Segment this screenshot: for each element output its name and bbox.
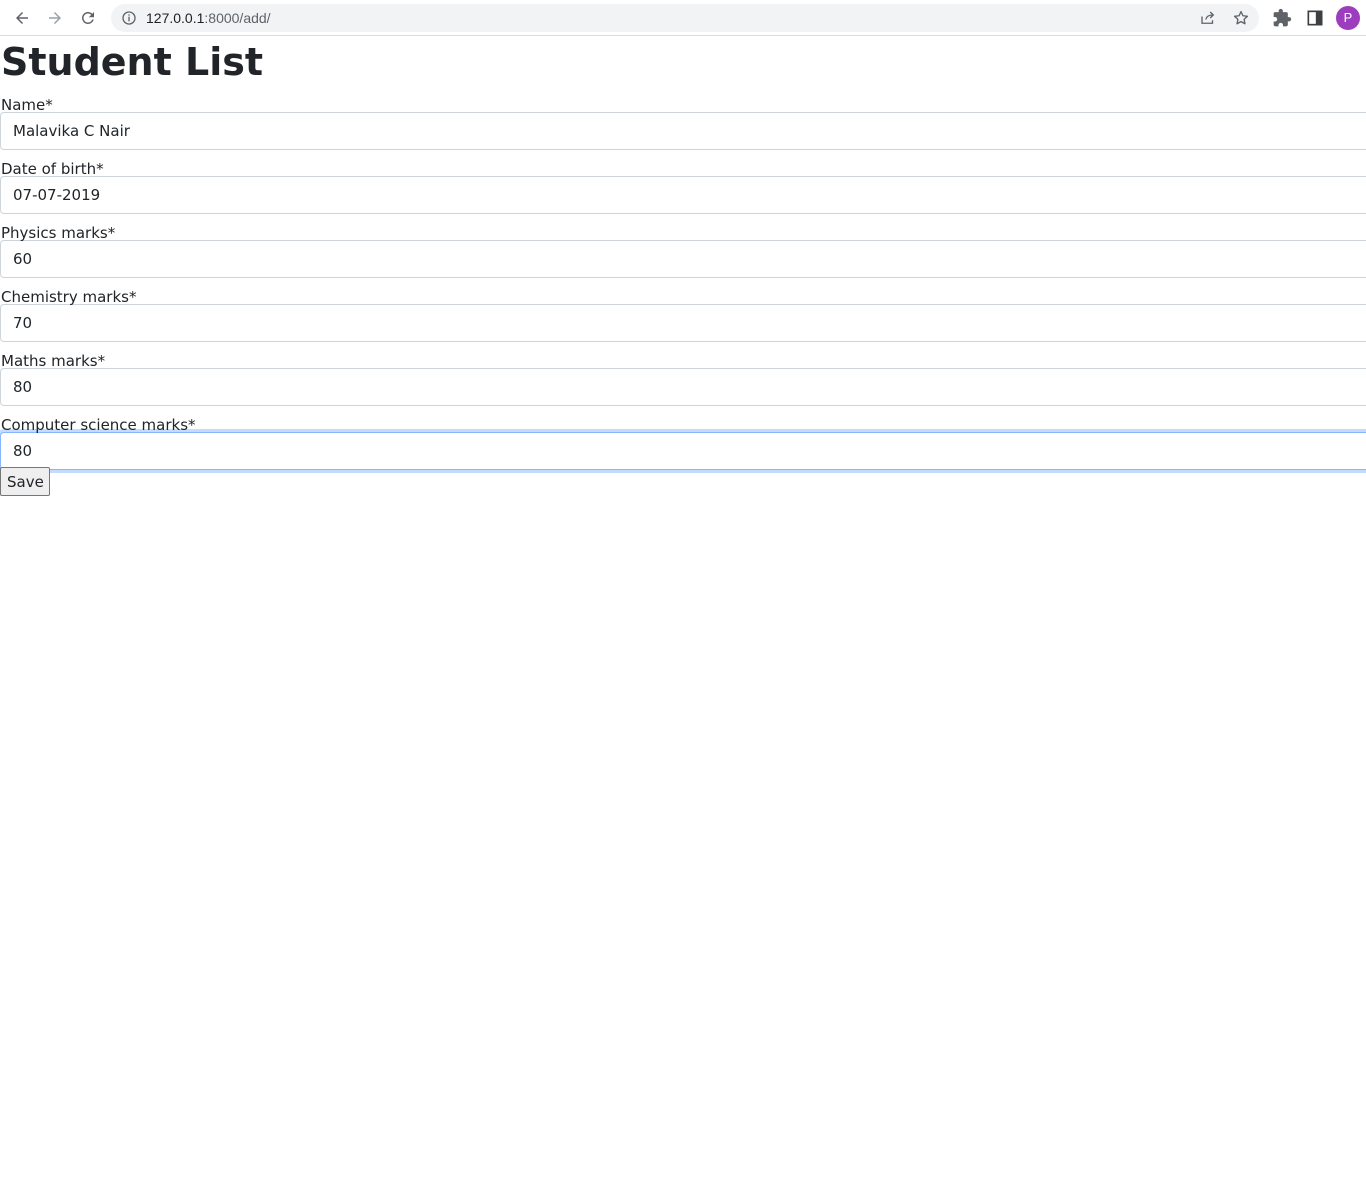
back-button[interactable]	[8, 4, 36, 32]
reload-button[interactable]	[74, 4, 102, 32]
computer-science-marks-input[interactable]	[0, 432, 1366, 470]
chemistry-marks-input[interactable]	[0, 304, 1366, 342]
maths-marks-label: Maths marks*	[1, 352, 106, 370]
url-text: 127.0.0.1:8000/add/	[146, 10, 271, 26]
page-content: Student List Name* Date of birth* Physic…	[0, 37, 1366, 470]
extensions-icon[interactable]	[1272, 8, 1292, 28]
forward-button[interactable]	[41, 4, 69, 32]
forward-icon	[49, 12, 61, 24]
profile-avatar[interactable]: P	[1336, 6, 1360, 30]
save-button[interactable]: Save	[0, 467, 50, 496]
url-path: :8000/add/	[204, 10, 271, 26]
dob-input[interactable]	[0, 176, 1366, 214]
url-host: 127.0.0.1	[146, 10, 205, 26]
dob-label: Date of birth*	[1, 160, 104, 178]
browser-toolbar: 127.0.0.1:8000/add/ P	[0, 0, 1366, 36]
chemistry-marks-label: Chemistry marks*	[1, 288, 137, 306]
physics-marks-label: Physics marks*	[1, 224, 116, 242]
student-form: Name* Date of birth* Physics marks* Chem…	[0, 95, 1366, 470]
site-info-icon[interactable]	[121, 10, 137, 26]
bookmark-star-icon[interactable]	[1232, 9, 1250, 27]
name-input[interactable]	[0, 112, 1366, 150]
address-bar[interactable]: 127.0.0.1:8000/add/	[111, 4, 1259, 32]
maths-marks-input[interactable]	[0, 368, 1366, 406]
share-icon[interactable]	[1199, 9, 1217, 27]
back-icon	[16, 12, 28, 24]
physics-marks-input[interactable]	[0, 240, 1366, 278]
side-panel-icon[interactable]	[1305, 8, 1325, 28]
reload-icon	[81, 11, 94, 24]
computer-science-marks-label: Computer science marks*	[1, 416, 196, 434]
name-label: Name*	[1, 96, 53, 114]
page-title: Student List	[1, 40, 264, 84]
